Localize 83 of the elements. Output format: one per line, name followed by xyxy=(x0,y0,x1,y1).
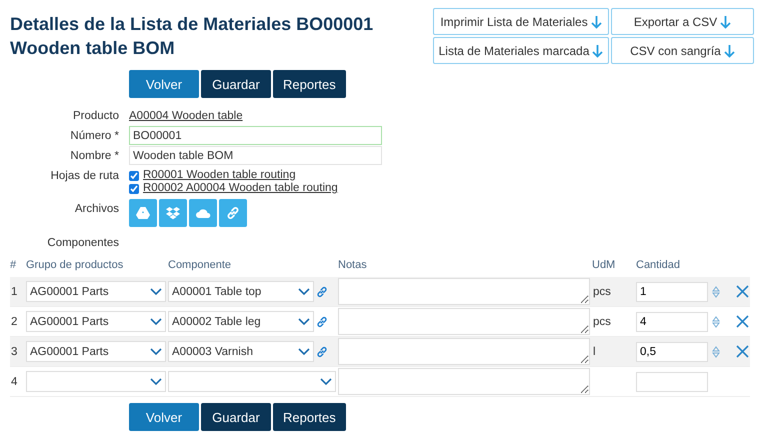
chevron-down-icon xyxy=(298,288,310,296)
routing-link[interactable]: R00002 A00004 Wooden table routing xyxy=(143,182,338,195)
chevron-down-icon xyxy=(150,318,162,326)
chevron-down-icon xyxy=(298,348,310,356)
chevron-down-icon xyxy=(298,318,310,326)
component-select[interactable]: A00001 Table top xyxy=(168,281,314,302)
field-label: Producto xyxy=(72,109,119,124)
unit-text: l xyxy=(592,346,597,358)
field-label: Número * xyxy=(69,129,119,144)
row-number: 3 xyxy=(10,346,18,358)
routing-checkbox[interactable] xyxy=(129,170,139,180)
link-icon[interactable] xyxy=(316,286,328,298)
chevron-down-icon xyxy=(150,348,162,356)
action-button[interactable]: Guardar xyxy=(201,403,271,431)
chevron-down-icon xyxy=(150,378,162,386)
quantity-field[interactable]: 1 xyxy=(636,282,708,302)
action-button[interactable]: Reportes xyxy=(273,70,346,98)
group-select[interactable]: AG00001 Parts xyxy=(26,281,166,302)
field-label: Archivos xyxy=(74,202,119,217)
number-field[interactable]: BO00001 xyxy=(129,126,382,145)
action-button[interactable]: Volver xyxy=(129,403,199,431)
page-title: Detalles de la Lista de Materiales BO00001 xyxy=(10,13,374,36)
field-label: Hojas de ruta xyxy=(50,169,119,184)
row-number: 2 xyxy=(10,316,18,328)
routing-link[interactable]: R00001 Wooden table routing xyxy=(143,169,296,182)
arrow-down-icon xyxy=(590,14,602,28)
column-header: Cantidad xyxy=(636,258,682,273)
action-button[interactable]: Guardar xyxy=(201,70,271,98)
file-source-button[interactable] xyxy=(189,199,217,227)
arrow-down-icon xyxy=(592,44,604,58)
component-select[interactable]: A00002 Table leg xyxy=(168,311,314,332)
quantity-field[interactable]: 0,5 xyxy=(636,342,708,362)
sort-icon[interactable] xyxy=(712,346,720,358)
file-source-button[interactable] xyxy=(129,199,157,227)
link-icon xyxy=(226,206,240,220)
cloud-icon xyxy=(195,208,211,218)
row-number: 4 xyxy=(10,376,18,388)
notes-field[interactable] xyxy=(338,308,590,335)
file-source-button[interactable] xyxy=(159,199,187,227)
drive-icon xyxy=(136,207,150,219)
column-header: # xyxy=(10,258,18,273)
column-header: UdM xyxy=(592,258,616,273)
row-number: 1 xyxy=(10,286,18,298)
export-button[interactable]: Exportar a CSV xyxy=(611,8,754,35)
action-button[interactable]: Volver xyxy=(129,70,199,98)
component-select[interactable] xyxy=(168,371,336,392)
column-header: Grupo de productos xyxy=(26,258,124,273)
arrow-down-icon xyxy=(724,44,735,58)
notes-field[interactable] xyxy=(338,338,590,365)
link-icon[interactable] xyxy=(316,316,328,328)
column-header: Notas xyxy=(338,258,368,273)
chevron-down-icon xyxy=(150,288,162,296)
unit-text: pcs xyxy=(592,286,612,298)
close-icon[interactable] xyxy=(736,315,749,328)
export-button[interactable]: Lista de Materiales marcada xyxy=(433,37,609,64)
close-icon[interactable] xyxy=(736,345,749,358)
notes-field[interactable] xyxy=(338,278,590,305)
group-select[interactable]: AG00001 Parts xyxy=(26,311,166,332)
arrow-down-icon xyxy=(720,14,732,28)
notes-field[interactable] xyxy=(338,368,590,395)
close-icon[interactable] xyxy=(736,285,749,298)
group-select[interactable]: AG00001 Parts xyxy=(26,341,166,362)
chevron-down-icon xyxy=(320,378,332,386)
field-label: Componentes xyxy=(46,236,119,251)
product-link[interactable]: A00004 Wooden table xyxy=(129,110,243,122)
sort-icon[interactable] xyxy=(712,286,720,298)
sort-icon[interactable] xyxy=(712,316,720,328)
column-header: Componente xyxy=(168,258,232,273)
quantity-field[interactable]: 4 xyxy=(636,312,708,332)
link-icon[interactable] xyxy=(316,346,328,358)
page-title: Wooden table BOM xyxy=(10,37,176,60)
action-button[interactable]: Reportes xyxy=(273,403,346,431)
unit-text: pcs xyxy=(592,316,612,328)
component-select[interactable]: A00003 Varnish xyxy=(168,341,314,362)
routing-checkbox[interactable] xyxy=(129,184,139,194)
file-source-button[interactable] xyxy=(219,199,247,227)
export-button[interactable]: CSV con sangría xyxy=(611,37,754,64)
group-select[interactable] xyxy=(26,371,166,392)
name-field[interactable]: Wooden table BOM xyxy=(129,146,382,165)
quantity-field[interactable] xyxy=(636,372,708,392)
export-button[interactable]: Imprimir Lista de Materiales xyxy=(433,8,609,35)
field-label: Nombre * xyxy=(69,149,119,164)
dropbox-icon xyxy=(166,206,180,220)
